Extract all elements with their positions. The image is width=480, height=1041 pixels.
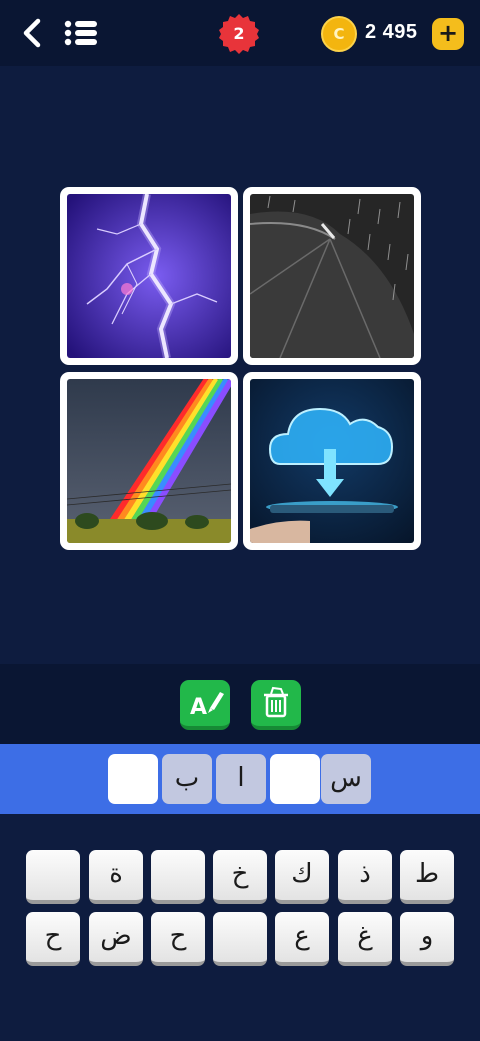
coin-icon: C <box>321 16 357 52</box>
answer-slot-4[interactable] <box>270 754 320 804</box>
letter-key[interactable]: غ <box>338 912 392 966</box>
letter-key[interactable]: ة <box>89 850 143 904</box>
plus-icon: + <box>437 19 459 47</box>
remove-letters-icon <box>264 686 288 718</box>
letter-key[interactable] <box>151 850 205 904</box>
back-chevron-icon[interactable] <box>18 16 48 50</box>
umbrella-rain-image <box>250 194 414 358</box>
letter-key[interactable]: ط <box>400 850 454 904</box>
answer-slot-5[interactable]: س <box>321 754 371 804</box>
answer-slot-2[interactable]: ب <box>162 754 212 804</box>
letter-key[interactable]: ح <box>26 912 80 966</box>
answer-bar: ب ا س <box>0 744 480 814</box>
letter-key[interactable] <box>213 912 267 966</box>
level-number: 2 <box>233 24 245 43</box>
letter-key[interactable]: ع <box>275 912 329 966</box>
remove-letters-button[interactable] <box>251 680 301 730</box>
level-badge: 2 <box>218 13 260 55</box>
svg-text:A: A <box>190 695 207 720</box>
rainbow-image <box>67 379 231 543</box>
letter-key[interactable]: خ <box>213 850 267 904</box>
reveal-letter-icon: A <box>190 692 224 720</box>
letter-key[interactable]: ذ <box>338 850 392 904</box>
picture-tile-2[interactable] <box>243 187 421 365</box>
picture-grid <box>60 187 422 551</box>
picture-tile-3[interactable] <box>60 372 238 550</box>
letter-key[interactable]: و <box>400 912 454 966</box>
top-bar: 2 C 2 495 + <box>0 0 480 66</box>
hint-toolbar: A <box>0 664 480 744</box>
letter-keyboard: ة خ ك ذ ط ح ض ح ع غ و <box>0 814 480 1041</box>
lightning-image <box>67 194 231 358</box>
reveal-letter-button[interactable]: A <box>180 680 230 730</box>
coin-symbol: C <box>333 25 345 43</box>
menu-list-icon[interactable] <box>64 18 98 48</box>
picture-tile-4[interactable] <box>243 372 421 550</box>
letter-key[interactable] <box>26 850 80 904</box>
buy-coins-button[interactable]: + <box>432 18 464 50</box>
letter-key[interactable]: ك <box>275 850 329 904</box>
answer-slot-1[interactable] <box>108 754 158 804</box>
letter-key[interactable]: ض <box>89 912 143 966</box>
coin-balance: 2 495 <box>365 21 418 43</box>
cloud-upload-image <box>250 379 414 543</box>
answer-slot-3[interactable]: ا <box>216 754 266 804</box>
picture-tile-1[interactable] <box>60 187 238 365</box>
letter-key[interactable]: ح <box>151 912 205 966</box>
